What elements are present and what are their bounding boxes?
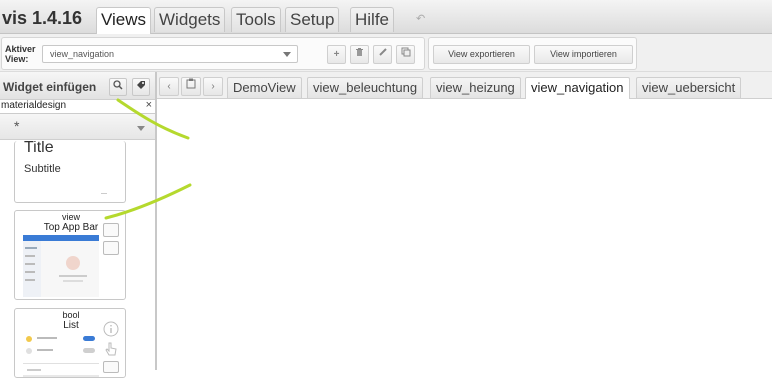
view-tabs-bar: ‹ › DemoView view_beleuchtung view_heizu… — [157, 72, 772, 100]
active-view-label: Aktiver View: — [5, 44, 39, 64]
widget-card-type: view — [61, 212, 80, 222]
chevron-down-icon — [283, 52, 291, 57]
plus-icon: + — [333, 49, 340, 60]
menu-tab-views[interactable]: Views — [96, 7, 152, 34]
export-view-button[interactable]: View exportieren — [433, 45, 530, 64]
clipboard-button[interactable] — [181, 77, 201, 96]
rename-view-button[interactable] — [373, 45, 392, 64]
view-tab-beleuchtung[interactable]: view_beleuchtung — [307, 77, 424, 98]
toolbar: Aktiver View: view_navigation + View exp… — [0, 34, 772, 72]
widget-card-list[interactable]: bool List — [14, 308, 126, 378]
widget-filter-row: materialdesign × — [0, 99, 155, 114]
scroll-right-button[interactable]: › — [203, 77, 223, 96]
window-icon — [103, 223, 119, 237]
tag-button[interactable] — [132, 78, 150, 96]
active-view-label-line2: View: — [5, 54, 29, 64]
chevron-down-icon — [137, 126, 145, 131]
widget-preview-image — [23, 235, 99, 297]
checkbox-icon — [103, 361, 119, 373]
menu-tab-hilfe[interactable]: Hilfe — [350, 7, 395, 32]
widget-card-title[interactable]: Title Subtitle — [14, 141, 126, 203]
view-control-group: Aktiver View: view_navigation + — [1, 37, 425, 70]
scroll-left-button[interactable]: ‹ — [159, 77, 179, 96]
view-tab-heizung[interactable]: view_heizung — [430, 77, 521, 98]
active-view-select[interactable]: view_navigation — [42, 45, 298, 63]
widget-set-select[interactable]: * — [0, 114, 155, 140]
widget-card-top-app-bar[interactable]: view Top App Bar — [14, 210, 126, 300]
view-tab-navigation[interactable]: view_navigation — [525, 77, 630, 100]
preview-divider — [101, 193, 107, 194]
info-icon — [103, 321, 119, 337]
view-tab-demoview[interactable]: DemoView — [227, 77, 302, 98]
export-import-group: View exportieren View importieren — [428, 37, 637, 70]
add-view-button[interactable]: + — [327, 45, 346, 64]
undo-icon[interactable]: ↶ — [416, 12, 428, 25]
hand-pointer-icon — [105, 342, 117, 356]
search-button[interactable] — [109, 78, 127, 96]
delete-view-button[interactable] — [350, 45, 369, 64]
chevron-right-icon: › — [211, 81, 215, 92]
menu-bar: vis 1.4.16 Views Widgets Tools Setup Hil… — [0, 0, 772, 34]
widget-panel-title: Widget einfügen — [3, 80, 97, 94]
menu-tab-widgets[interactable]: Widgets — [154, 7, 226, 32]
copy-icon — [401, 47, 411, 60]
menu-tab-tools[interactable]: Tools — [231, 7, 281, 32]
active-view-label-line1: Aktiver — [5, 44, 36, 54]
clipboard-icon — [186, 78, 196, 92]
app-title: vis 1.4.16 — [2, 8, 83, 28]
view-tab-uebersicht[interactable]: view_uebersicht — [636, 77, 742, 98]
widget-filter-input[interactable]: materialdesign — [1, 100, 66, 111]
widget-preview-subtitle: Subtitle — [24, 163, 61, 175]
pencil-icon — [378, 48, 388, 60]
close-icon[interactable]: × — [146, 99, 152, 111]
import-view-button[interactable]: View importieren — [534, 45, 633, 64]
widget-set-select-value: * — [14, 118, 20, 134]
view-canvas[interactable] — [157, 99, 772, 370]
menu-tab-setup[interactable]: Setup — [285, 7, 340, 32]
trash-icon — [355, 48, 364, 60]
active-view-select-value: view_navigation — [50, 49, 115, 59]
tag-icon — [136, 81, 146, 92]
widget-panel: Widget einfügen materialdesign × * Title… — [0, 72, 157, 378]
widget-card-type: bool — [62, 310, 80, 320]
widget-preview-title: Title — [24, 141, 54, 156]
chevron-left-icon: ‹ — [167, 81, 171, 92]
window-icon — [103, 241, 119, 255]
copy-view-button[interactable] — [396, 45, 415, 64]
widget-preview-image — [23, 336, 99, 377]
search-icon — [113, 80, 123, 92]
widget-panel-header: Widget einfügen — [0, 72, 155, 100]
